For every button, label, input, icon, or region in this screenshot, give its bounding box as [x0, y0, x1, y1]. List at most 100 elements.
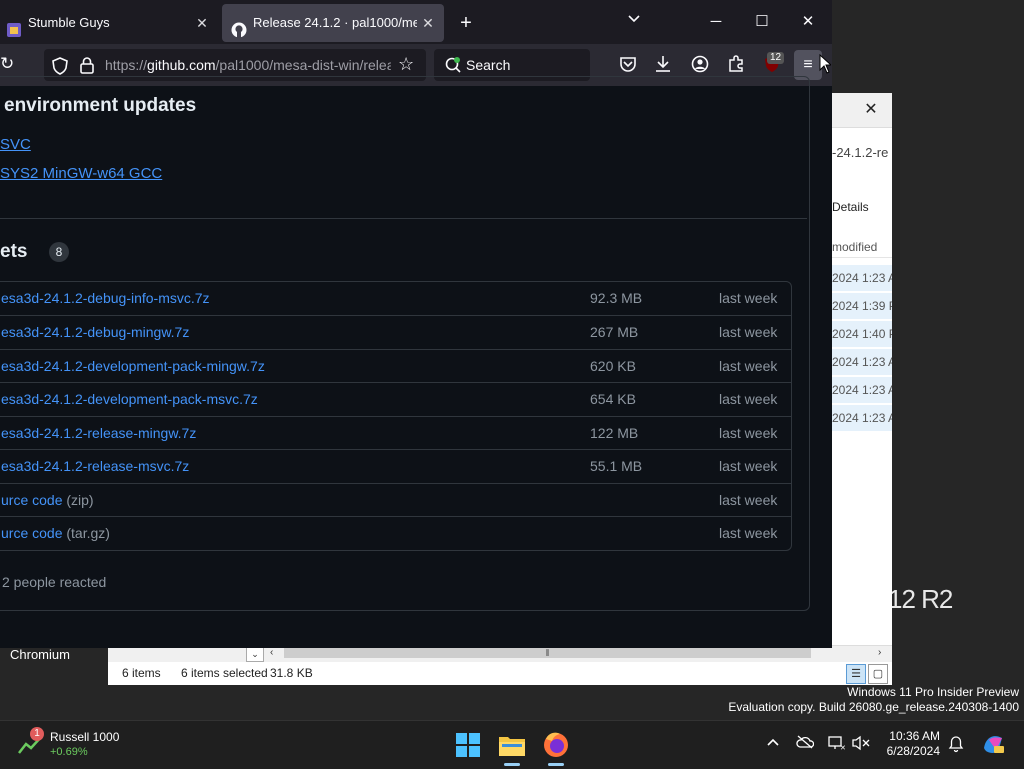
explorer-date-cell[interactable]: 2024 1:23 AM	[832, 349, 892, 375]
asset-row: esa3d-24.1.2-debug-info-msvc.7z 92.3 MB …	[0, 282, 791, 315]
asset-link[interactable]: esa3d-24.1.2-debug-mingw.7z	[1, 316, 189, 349]
firefox-taskbar-icon[interactable]	[538, 727, 574, 766]
source-code-targz-link[interactable]: urce code (tar.gz)	[1, 517, 110, 550]
scroll-left-icon[interactable]: ‹	[270, 646, 282, 660]
taskbar: 1 Russell 1000 +0.69% ✕ 10:36 AM 6/28/20…	[0, 720, 1024, 769]
copilot-pre-icon[interactable]	[981, 732, 1005, 756]
env-link-msvc[interactable]: SVC	[0, 136, 31, 153]
system-clock[interactable]: 10:36 AM 6/28/2024	[880, 729, 940, 759]
stock-widget[interactable]: 1 Russell 1000 +0.69%	[18, 727, 148, 763]
file-explorer-taskbar-icon[interactable]	[494, 727, 530, 766]
close-tab-icon[interactable]: ✕	[192, 4, 212, 42]
watermark-line1: Windows 11 Pro Insider Preview	[847, 685, 1019, 699]
asset-size: 55.1 MB	[590, 458, 643, 474]
asset-link[interactable]: esa3d-24.1.2-release-msvc.7z	[1, 450, 189, 483]
explorer-date-cell[interactable]: 2024 1:40 PM	[832, 321, 892, 347]
explorer-close-icon[interactable]: ✕	[858, 97, 884, 123]
chevron-down-icon[interactable]: ⌄	[246, 646, 264, 662]
url-domain: github.com	[147, 57, 216, 73]
tiles-view-icon[interactable]: ▢	[868, 664, 888, 684]
new-tab-icon[interactable]: +	[455, 10, 477, 36]
asset-link[interactable]: esa3d-24.1.2-development-pack-msvc.7z	[1, 383, 258, 416]
tab-label: Stumble Guys	[28, 15, 110, 30]
wallpaper-text: 12 R2	[888, 584, 953, 614]
tab-bar: Stumble Guys ✕ Release 24.1.2 · pal1000/…	[0, 0, 832, 44]
desktop-icon-chromium-label[interactable]: Chromium	[10, 647, 70, 662]
status-selected-size: 31.8 KB	[270, 666, 313, 680]
env-link-msys2[interactable]: SYS2 MinGW-w64 GCC	[0, 165, 162, 182]
reload-icon[interactable]: ↻	[0, 54, 16, 74]
pocket-icon[interactable]	[619, 55, 639, 75]
clock-date: 6/28/2024	[886, 744, 940, 758]
bookmark-star-icon[interactable]: ☆	[398, 54, 414, 75]
details-view-icon[interactable]: ☰	[846, 664, 866, 684]
asset-date: last week	[719, 324, 778, 340]
asset-link[interactable]: esa3d-24.1.2-development-pack-mingw.7z	[1, 350, 265, 383]
network-icon[interactable]: ✕	[828, 735, 846, 753]
volume-muted-icon[interactable]	[852, 735, 870, 753]
asset-row: esa3d-24.1.2-debug-mingw.7z 267 MB last …	[0, 315, 791, 349]
asset-size: 92.3 MB	[590, 290, 643, 306]
reactions-summary[interactable]: 2 people reacted	[2, 574, 106, 590]
asset-date: last week	[719, 525, 778, 541]
stumble-guys-favicon-icon	[6, 15, 22, 37]
asset-date: last week	[719, 290, 778, 306]
list-all-tabs-icon[interactable]	[624, 12, 644, 32]
github-favicon-icon	[231, 15, 247, 38]
windows-watermark: Windows 11 Pro Insider Preview Evaluatio…	[728, 685, 1019, 715]
asset-row: esa3d-24.1.2-development-pack-msvc.7z 65…	[0, 382, 791, 416]
start-button-windows-icon[interactable]	[450, 727, 486, 763]
explorer-column-modified[interactable]: modified	[832, 233, 892, 258]
asset-link[interactable]: esa3d-24.1.2-debug-info-msvc.7z	[1, 282, 210, 315]
close-tab-icon[interactable]: ✕	[418, 4, 438, 42]
section-divider	[0, 218, 807, 219]
watermark-line2: Evaluation copy. Build 26080.ge_release.…	[728, 700, 1019, 714]
notifications-bell-icon[interactable]	[947, 735, 965, 753]
url-prefix: https://	[105, 57, 148, 73]
asset-date: last week	[719, 425, 778, 441]
svg-text:✕: ✕	[840, 744, 846, 751]
account-icon[interactable]	[691, 55, 711, 75]
minimize-icon[interactable]: ─	[696, 6, 736, 38]
scrollbar-thumb[interactable]: ⦀	[284, 648, 811, 658]
mouse-cursor-icon	[819, 53, 832, 79]
environment-updates-heading: environment updates	[4, 95, 197, 116]
assets-count-badge: 8	[49, 242, 69, 262]
asset-date: last week	[719, 391, 778, 407]
explorer-details-tab[interactable]: Details	[832, 200, 869, 214]
tab-stumble-guys[interactable]: Stumble Guys ✕	[0, 4, 218, 42]
explorer-date-cell[interactable]: 2024 1:39 PM	[832, 293, 892, 319]
asset-row: esa3d-24.1.2-development-pack-mingw.7z 6…	[0, 349, 791, 383]
url-path: /pal1000/mesa-dist-win/releases	[215, 57, 391, 73]
explorer-status-bar: 6 items 6 items selected 31.8 KB	[108, 662, 892, 685]
explorer-address-fragment[interactable]: -24.1.2-re	[832, 145, 888, 160]
assets-list: esa3d-24.1.2-debug-info-msvc.7z 92.3 MB …	[0, 281, 792, 551]
scroll-right-icon[interactable]: ›	[878, 646, 890, 660]
show-hidden-icons-chevron-icon[interactable]	[764, 735, 782, 753]
widget-stock-name: Russell 1000	[50, 730, 120, 744]
firefox-window: Stumble Guys ✕ Release 24.1.2 · pal1000/…	[0, 0, 832, 648]
asset-link[interactable]: esa3d-24.1.2-release-mingw.7z	[1, 417, 196, 450]
clock-time: 10:36 AM	[889, 729, 940, 743]
downloads-icon[interactable]	[654, 55, 674, 75]
asset-row: urce code (tar.gz) last week	[0, 516, 791, 550]
maximize-icon[interactable]: ☐	[742, 6, 782, 38]
github-release-page: environment updates SVC SYS2 MinGW-w64 G…	[0, 76, 832, 648]
asset-row: esa3d-24.1.2-release-mingw.7z 122 MB las…	[0, 416, 791, 450]
onedrive-offline-icon[interactable]	[796, 735, 815, 753]
widget-stock-change: +0.69%	[50, 746, 88, 758]
asset-date: last week	[719, 458, 778, 474]
widget-notification-badge: 1	[30, 727, 44, 741]
asset-size: 267 MB	[590, 324, 639, 340]
tab-label: Release 24.1.2 · pal1000/mesa-dist-win	[253, 15, 417, 30]
explorer-date-cell[interactable]: 2024 1:23 AM	[832, 377, 892, 403]
asset-size: 122 MB	[590, 425, 639, 441]
explorer-date-cell[interactable]: 2024 1:23 AM	[832, 405, 892, 431]
close-window-icon[interactable]: ✕	[788, 6, 828, 38]
extensions-icon[interactable]	[727, 55, 747, 75]
tab-github-release[interactable]: Release 24.1.2 · pal1000/mesa-dist-win ✕	[222, 4, 444, 42]
source-code-zip-link[interactable]: urce code (zip)	[1, 484, 94, 517]
assets-heading[interactable]: ets	[0, 241, 27, 263]
asset-row: urce code (zip) last week	[0, 483, 791, 517]
explorer-date-cell[interactable]: 2024 1:23 AM	[832, 265, 892, 291]
